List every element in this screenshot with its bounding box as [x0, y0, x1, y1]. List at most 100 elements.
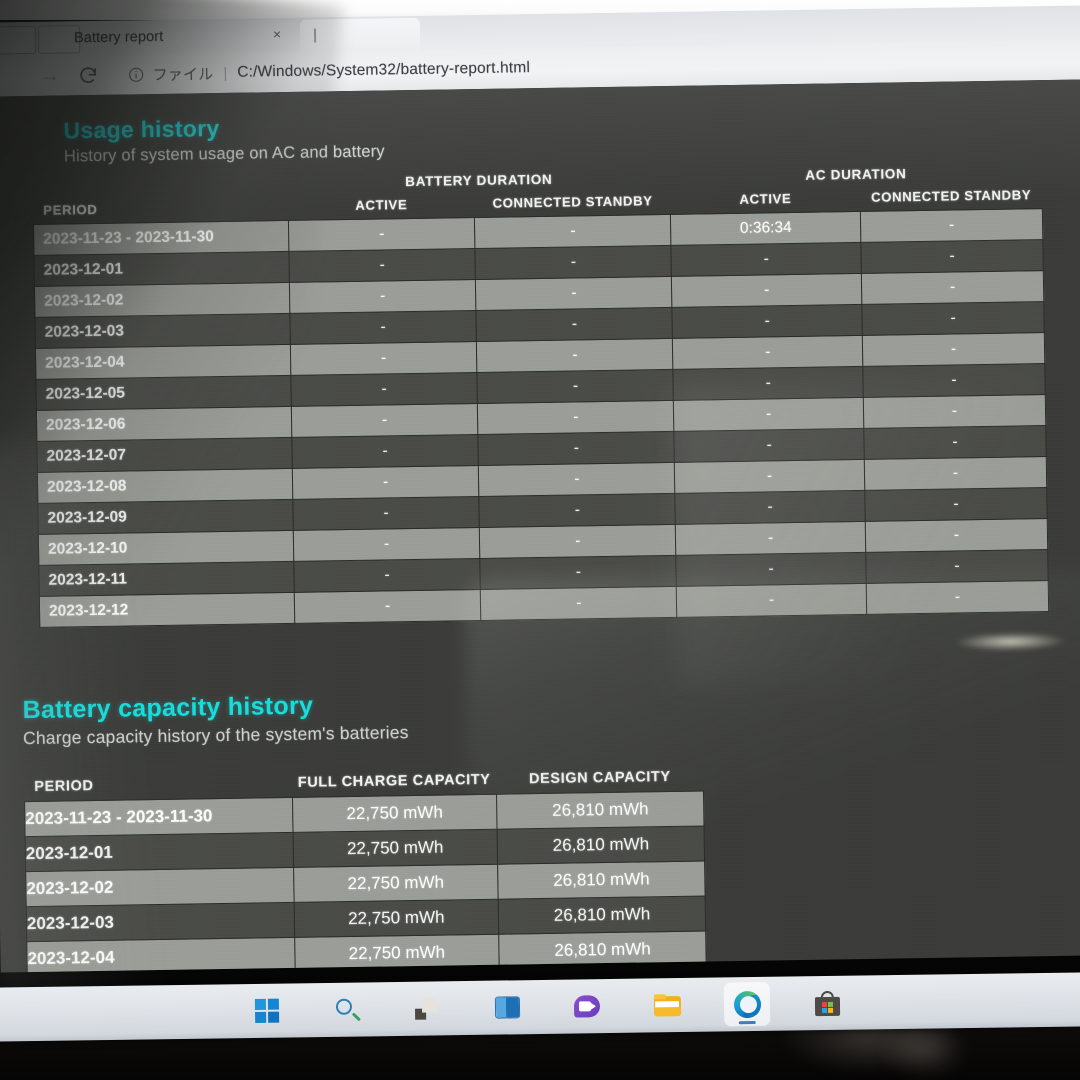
screen-specular-highlight [955, 631, 1066, 652]
store-icon [814, 990, 840, 1016]
photo-of-laptop-screen: Battery report × → ファイル | C:/Windows/Sys… [0, 0, 1080, 1080]
battery-active-cell: - [288, 248, 476, 283]
battery-active-cell: - [290, 372, 478, 407]
battery-active-cell: - [288, 217, 476, 252]
battery-standby-cell: - [478, 431, 675, 466]
battery-capacity-section: Battery capacity history Charge capacity… [22, 690, 408, 749]
ac-standby-cell: - [860, 208, 1043, 243]
ac-standby-cell: - [862, 363, 1046, 398]
usage-history-title: Usage history [63, 115, 220, 144]
battery-standby-cell: - [480, 586, 678, 621]
close-icon[interactable]: × [269, 26, 285, 42]
search-icon [334, 997, 361, 1022]
ac-standby-cell: - [866, 580, 1049, 615]
column-header-full-charge-capacity: FULL CHARGE CAPACITY [297, 771, 491, 791]
ac-standby-cell: - [865, 549, 1049, 584]
chat-button[interactable] [564, 984, 611, 1029]
column-header-battery-standby: CONNECTED STANDBY [492, 193, 653, 211]
design-capacity-cell: 26,810 mWh [497, 825, 705, 865]
battery-active-cell: - [289, 310, 477, 345]
period-cell: 2023-12-04 [35, 344, 291, 380]
ac-active-cell: - [673, 366, 864, 401]
period-cell: 2023-12-03 [26, 902, 295, 942]
search-button[interactable] [324, 987, 371, 1032]
full-charge-capacity-cell: 22,750 mWh [293, 899, 499, 938]
full-charge-capacity-cell: 22,750 mWh [292, 794, 498, 833]
url-text[interactable]: C:/Windows/System32/battery-report.html [237, 59, 530, 82]
battery-standby-cell: - [480, 555, 677, 590]
microsoft-store-button[interactable] [804, 981, 851, 1026]
usage-history-table: BATTERY DURATION AC DURATION PERIOD ACTI… [32, 160, 1049, 628]
usage-history-body: 2023-11-23 - 2023-11-30- -0:36:34-2023-12… [33, 208, 1049, 628]
period-cell: 2023-12-07 [36, 437, 293, 473]
info-icon[interactable] [122, 61, 148, 87]
ac-active-cell: - [675, 521, 866, 556]
battery-standby-cell: - [477, 400, 675, 435]
period-cell: 2023-12-01 [33, 251, 290, 287]
usage-history-section: Usage history History of system usage on… [63, 112, 385, 166]
tab-battery-report[interactable]: Battery report [34, 17, 334, 56]
battery-standby-cell: - [478, 462, 676, 497]
ac-standby-cell: - [862, 332, 1045, 367]
ac-active-cell: - [675, 490, 866, 525]
column-header-battery-active: ACTIVE [355, 197, 408, 213]
ac-active-cell: - [671, 242, 862, 277]
chat-icon [573, 995, 601, 1018]
ac-active-cell: 0:36:34 [670, 211, 861, 246]
column-header-design-capacity: DESIGN CAPACITY [528, 768, 671, 788]
ac-standby-cell: - [861, 301, 1045, 336]
ac-standby-cell: - [861, 270, 1044, 305]
design-capacity-cell: 26,810 mWh [498, 895, 706, 935]
reload-icon[interactable] [68, 56, 107, 95]
period-cell: 2023-12-12 [39, 592, 295, 628]
battery-active-cell: - [290, 341, 478, 376]
edge-button[interactable] [723, 981, 771, 1027]
battery-active-cell: - [292, 496, 480, 531]
full-charge-capacity-cell: 22,750 mWh [294, 934, 500, 973]
period-cell: 2023-12-03 [34, 313, 291, 349]
design-capacity-cell: 26,810 mWh [496, 790, 704, 830]
url-separator: | [223, 64, 228, 82]
ac-active-cell: - [676, 552, 867, 587]
period-cell: 2023-12-04 [26, 937, 295, 973]
column-header-ac-active: ACTIVE [739, 191, 792, 207]
period-cell: 2023-11-23 - 2023-11-30 [24, 797, 293, 837]
ac-active-cell: - [674, 459, 865, 494]
full-charge-capacity-cell: 22,750 mWh [292, 829, 498, 868]
screen-content: Battery report × → ファイル | C:/Windows/Sys… [0, 0, 1080, 1080]
ac-active-cell: - [674, 428, 865, 463]
ac-standby-cell: - [863, 425, 1047, 460]
url-scheme-label: ファイル [152, 65, 214, 84]
battery-standby-cell: - [479, 524, 677, 559]
design-capacity-cell: 26,810 mWh [498, 930, 707, 970]
ac-active-cell: - [672, 304, 863, 339]
task-view-icon [415, 997, 439, 1020]
battery-report-page: Usage history History of system usage on… [0, 79, 1080, 973]
period-cell: 2023-12-01 [25, 832, 294, 872]
period-cell: 2023-12-10 [38, 530, 294, 566]
ac-standby-cell: - [864, 487, 1048, 522]
battery-active-cell: - [289, 279, 477, 314]
forward-arrow-icon[interactable]: → [30, 56, 69, 95]
tab-title: Battery report [73, 28, 164, 47]
file-explorer-button[interactable] [644, 983, 691, 1028]
battery-active-cell: - [293, 527, 481, 562]
column-header-ac-standby: CONNECTED STANDBY [870, 187, 1032, 205]
period-cell: 2023-12-06 [36, 406, 292, 442]
period-cell: 2023-12-02 [25, 867, 294, 907]
battery-active-cell: - [293, 558, 481, 593]
battery-active-cell: - [291, 434, 479, 469]
tab-placeholder-1[interactable] [0, 25, 37, 55]
widgets-button[interactable] [484, 985, 531, 1030]
start-button[interactable] [244, 988, 291, 1033]
ac-active-cell: - [673, 397, 864, 432]
period-cell: 2023-12-09 [37, 499, 294, 535]
period-cell: 2023-12-02 [34, 282, 290, 318]
battery-capacity-subtitle: Charge capacity history of the system's … [22, 722, 409, 749]
period-cell: 2023-12-08 [37, 468, 293, 504]
battery-standby-cell: - [475, 245, 672, 280]
full-charge-capacity-cell: 22,750 mWh [293, 864, 499, 903]
battery-active-cell: - [291, 403, 479, 438]
edge-icon [733, 990, 761, 1018]
task-view-button[interactable] [404, 986, 451, 1031]
